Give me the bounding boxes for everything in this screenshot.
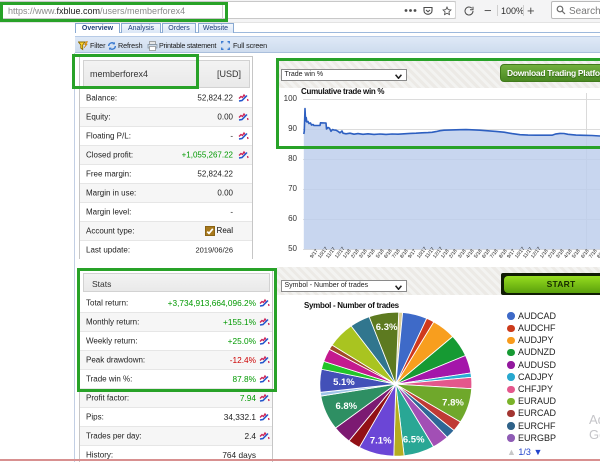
svg-text:6.5%: 6.5% xyxy=(403,435,425,446)
svg-text:6.8%: 6.8% xyxy=(335,401,357,412)
svg-text:7.8%: 7.8% xyxy=(442,398,464,409)
svg-text:7.1%: 7.1% xyxy=(370,435,392,446)
svg-text:5.1%: 5.1% xyxy=(333,377,355,388)
svg-text:6.3%: 6.3% xyxy=(376,322,398,333)
